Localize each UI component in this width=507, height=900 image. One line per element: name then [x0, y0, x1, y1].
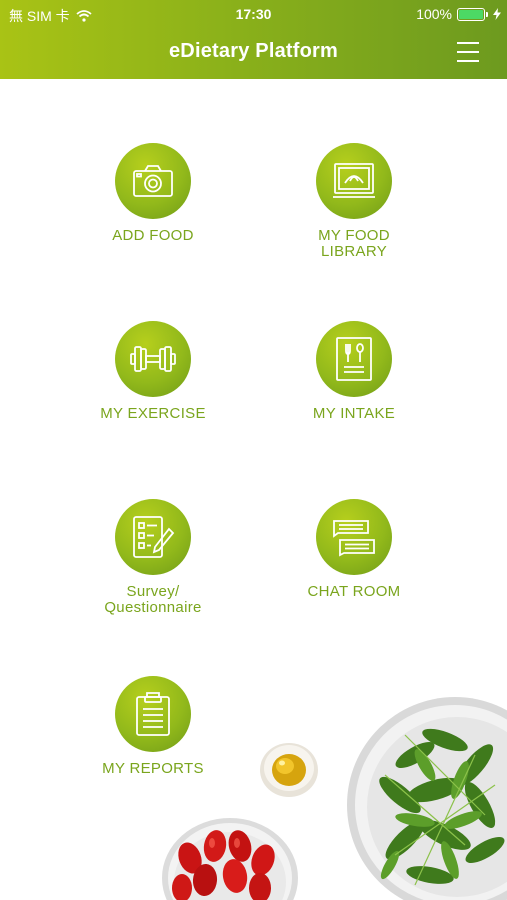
add-food-circle: [115, 143, 191, 219]
battery-level-fill: [459, 9, 483, 19]
olive-oil-bowl-image: [260, 743, 318, 797]
survey-questionnaire-label: Survey/ Questionnaire: [104, 583, 202, 616]
my-food-library-button[interactable]: MY FOOD LIBRARY: [254, 143, 454, 260]
tomato-bowl-image: [162, 818, 298, 900]
my-exercise-circle: [115, 321, 191, 397]
chat-room-label: CHAT ROOM: [307, 583, 401, 600]
checklist-icon: [133, 516, 175, 558]
survey-questionnaire-button[interactable]: Survey/ Questionnaire: [53, 499, 253, 616]
arugula-salad-bowl-image: [347, 697, 507, 900]
status-bar: 無 SIM 卡 17:30 100%: [0, 0, 507, 28]
camera-icon: [133, 165, 173, 197]
my-intake-circle: [316, 321, 392, 397]
food-library-icon: [333, 163, 375, 198]
my-reports-button[interactable]: MY REPORTS: [53, 676, 253, 777]
add-food-label: ADD FOOD: [112, 227, 194, 244]
dumbbell-icon: [130, 346, 176, 372]
chat-bubbles-icon: [333, 520, 375, 557]
add-food-button[interactable]: ADD FOOD: [53, 143, 253, 244]
my-reports-circle: [115, 676, 191, 752]
intake-menu-icon: [336, 337, 372, 381]
chat-room-circle: [316, 499, 392, 575]
my-food-library-label: MY FOOD LIBRARY: [318, 227, 390, 260]
chat-room-button[interactable]: CHAT ROOM: [254, 499, 454, 600]
battery-percent: 100%: [416, 6, 452, 22]
hamburger-menu-icon[interactable]: [457, 42, 479, 62]
app-header: 無 SIM 卡 17:30 100% eDietary Platform: [0, 0, 507, 79]
my-reports-label: MY REPORTS: [102, 760, 204, 777]
charging-icon: [493, 8, 501, 20]
survey-questionnaire-circle: [115, 499, 191, 575]
clipboard-icon: [136, 692, 170, 736]
my-exercise-label: MY EXERCISE: [100, 405, 206, 422]
battery-status: 100%: [416, 6, 501, 22]
page-title: eDietary Platform: [168, 40, 338, 62]
my-food-library-circle: [316, 143, 392, 219]
my-exercise-button[interactable]: MY EXERCISE: [53, 321, 253, 422]
my-intake-label: MY INTAKE: [312, 405, 396, 422]
battery-icon: [457, 7, 488, 21]
my-intake-button[interactable]: MY INTAKE: [254, 321, 454, 422]
